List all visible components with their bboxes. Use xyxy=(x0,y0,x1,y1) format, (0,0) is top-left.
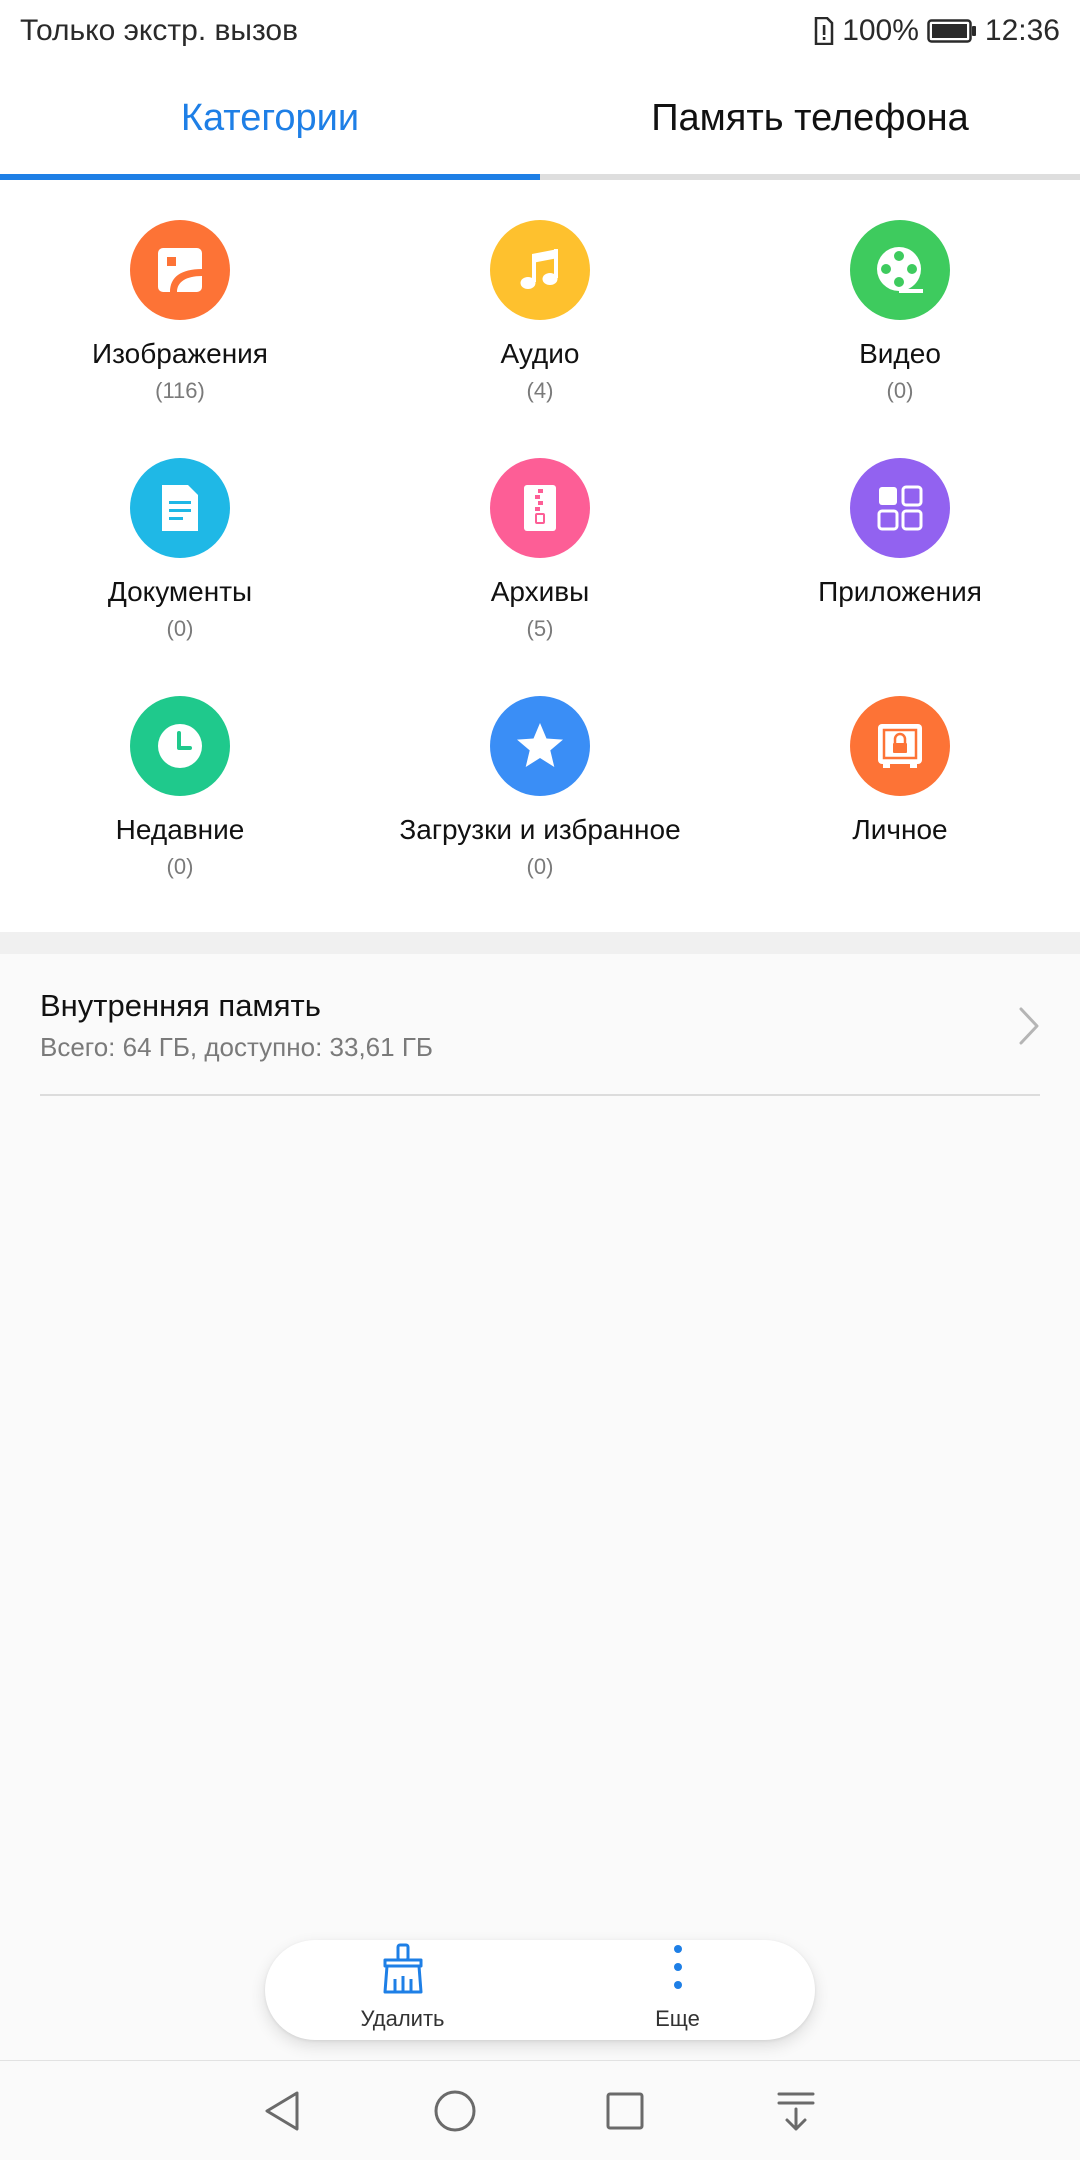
film-reel-icon xyxy=(850,220,950,320)
broom-icon xyxy=(381,1943,425,2000)
category-private[interactable]: Личное xyxy=(720,656,1080,894)
tab-categories[interactable]: Категории xyxy=(0,62,540,180)
bottom-action-bar: Удалить Еще xyxy=(265,1940,815,2040)
more-vertical-icon xyxy=(671,1943,685,2000)
action-label: Удалить xyxy=(360,2006,445,2031)
delete-button[interactable]: Удалить xyxy=(265,1940,540,2040)
chevron-right-icon xyxy=(1018,1006,1040,1051)
archive-zip-icon xyxy=(490,458,590,558)
category-count: (5) xyxy=(526,616,554,641)
internal-storage-item[interactable]: Внутренняя память Всего: 64 ГБ, доступно… xyxy=(0,954,1080,1096)
category-label: Видео xyxy=(859,338,941,369)
sim-alert-icon xyxy=(814,17,834,45)
clock-time: 12:36 xyxy=(984,14,1060,47)
clock-icon xyxy=(130,696,230,796)
category-images[interactable]: Изображения (116) xyxy=(0,180,360,418)
star-icon xyxy=(490,696,590,796)
document-icon xyxy=(130,458,230,558)
category-label: Документы xyxy=(107,576,253,607)
image-icon xyxy=(130,220,230,320)
category-archives[interactable]: Архивы (5) xyxy=(360,418,720,656)
system-navigation-bar xyxy=(0,2060,1080,2160)
recents-button[interactable] xyxy=(597,2083,653,2139)
battery-icon xyxy=(927,19,977,43)
category-count: (0) xyxy=(166,854,194,879)
category-downloads-favorites[interactable]: Загрузки и избранное (0) xyxy=(360,656,720,894)
status-bar: Только экстр. вызов 100% 12:36 xyxy=(0,0,1080,62)
status-indicators: 100% 12:36 xyxy=(814,14,1060,48)
list-divider xyxy=(40,1094,1040,1096)
apps-grid-icon xyxy=(850,458,950,558)
back-triangle-icon xyxy=(265,2091,299,2131)
storage-title: Внутренняя память xyxy=(40,988,321,1023)
home-circle-icon xyxy=(434,2090,476,2132)
section-divider xyxy=(0,932,1080,954)
category-label: Недавние xyxy=(115,814,245,845)
category-audio[interactable]: Аудио (4) xyxy=(360,180,720,418)
category-label: Приложения xyxy=(818,576,982,607)
category-label: Изображения xyxy=(92,338,268,369)
category-apps[interactable]: Приложения xyxy=(720,418,1080,656)
category-label: Аудио xyxy=(500,338,580,369)
category-label: Личное xyxy=(852,814,948,845)
category-count: (0) xyxy=(166,616,194,641)
storage-subtitle: Всего: 64 ГБ, доступно: 33,61 ГБ xyxy=(40,1032,433,1062)
category-count: (0) xyxy=(526,854,554,879)
action-label: Еще xyxy=(655,2006,700,2031)
music-note-icon xyxy=(490,220,590,320)
category-grid: Изображения (116) Аудио (4) Видео (0) До… xyxy=(0,180,1080,932)
category-label: Архивы xyxy=(490,576,590,607)
safe-lock-icon xyxy=(850,696,950,796)
back-button[interactable] xyxy=(255,2083,311,2139)
recents-square-icon xyxy=(606,2092,644,2130)
category-label: Загрузки и избранное xyxy=(399,814,681,845)
category-recent[interactable]: Недавние (0) xyxy=(0,656,360,894)
notification-shade-button[interactable] xyxy=(768,2083,824,2139)
category-video[interactable]: Видео (0) xyxy=(720,180,1080,418)
category-documents[interactable]: Документы (0) xyxy=(0,418,360,656)
category-count: (116) xyxy=(155,378,205,403)
category-count: (4) xyxy=(526,378,554,403)
category-count: (0) xyxy=(886,378,914,403)
battery-percent: 100% xyxy=(842,14,919,47)
tab-phone-memory[interactable]: Память телефона xyxy=(540,62,1080,180)
pull-down-icon xyxy=(777,2092,815,2131)
tab-bar: Категории Память телефона xyxy=(0,62,1080,180)
carrier-status-text: Только экстр. вызов xyxy=(20,14,299,47)
home-button[interactable] xyxy=(427,2083,483,2139)
more-button[interactable]: Еще xyxy=(540,1940,815,2040)
